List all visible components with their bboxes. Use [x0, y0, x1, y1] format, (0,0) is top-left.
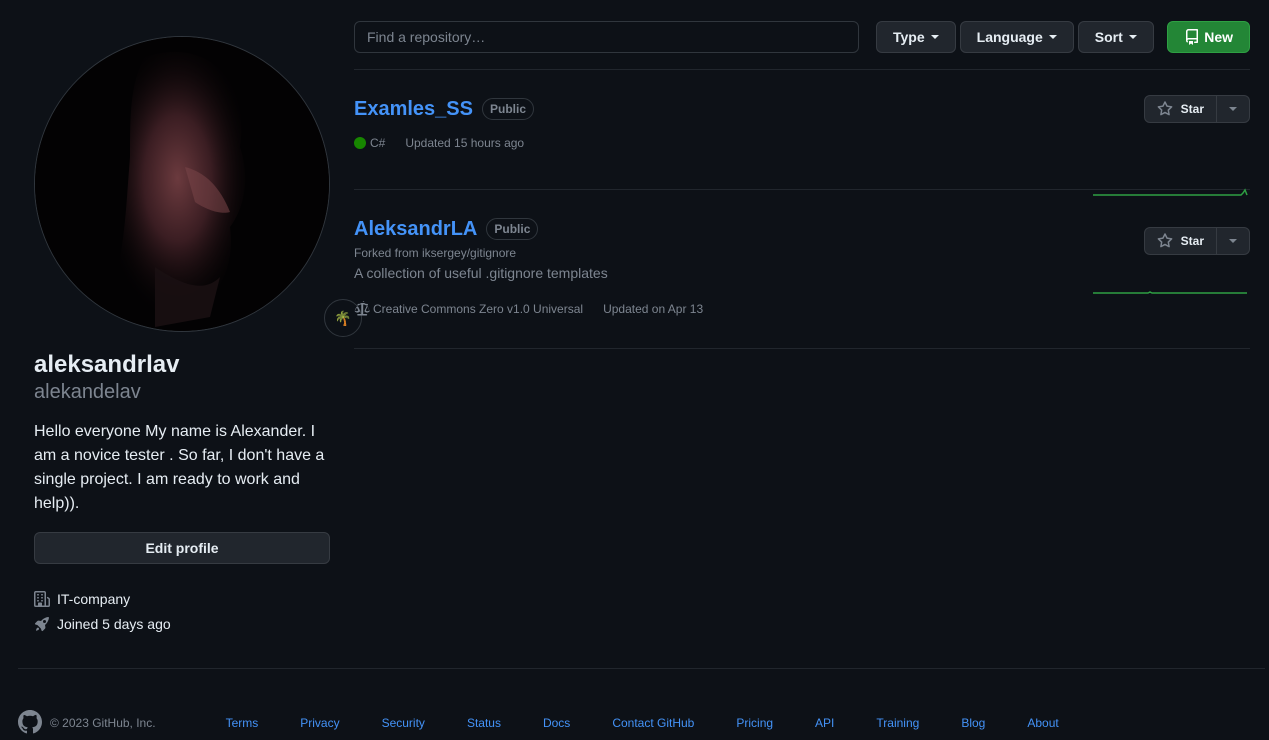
footer-link-blog[interactable]: Blog — [961, 716, 985, 730]
profile-details: IT-company Joined 5 days ago — [34, 586, 330, 636]
star-button-group: Star — [1143, 227, 1250, 255]
language-filter-label: Language — [976, 29, 1043, 45]
caret-down-icon — [1229, 239, 1237, 243]
profile-sidebar: 🌴 aleksandrlav alekandelav Hello everyon… — [34, 36, 362, 636]
repo-title-row: AleksandrLA Public — [354, 214, 1250, 244]
type-filter-label: Type — [893, 29, 925, 45]
visibility-label: Public — [486, 218, 539, 240]
repo-language: C# — [354, 136, 385, 150]
new-repository-button[interactable]: New — [1167, 21, 1250, 53]
footer-link-api[interactable]: API — [815, 716, 834, 730]
profile-display-name: aleksandrlav — [34, 351, 180, 378]
repo-list: Examles_SS Public C# Updated 15 hours ag… — [354, 69, 1250, 349]
footer-link-contact[interactable]: Contact GitHub — [612, 716, 694, 730]
language-color-dot — [354, 137, 366, 149]
footer-divider — [18, 668, 1265, 669]
footer-link-security[interactable]: Security — [382, 716, 425, 730]
repo-item: Examles_SS Public C# Updated 15 hours ag… — [354, 70, 1250, 196]
star-list-dropdown[interactable] — [1217, 95, 1250, 123]
license-name: Creative Commons Zero v1.0 Universal — [373, 302, 584, 316]
github-logo-link[interactable] — [17, 709, 42, 737]
repo-icon — [1186, 29, 1199, 45]
caret-down-icon — [1048, 35, 1057, 39]
star-icon — [1157, 233, 1173, 248]
type-filter-button[interactable]: Type — [876, 21, 956, 53]
star-label: Star — [1180, 102, 1204, 116]
find-repository-input[interactable] — [354, 21, 859, 53]
language-filter-button[interactable]: Language — [959, 21, 1074, 53]
avatar[interactable] — [34, 36, 330, 332]
joined-item: Joined 5 days ago — [34, 611, 330, 636]
star-button[interactable]: Star — [1143, 95, 1217, 123]
footer-link-privacy[interactable]: Privacy — [300, 716, 339, 730]
star-button-group: Star — [1143, 95, 1250, 123]
repo-name-link[interactable]: AleksandrLA — [354, 214, 477, 244]
forked-from-text: Forked from iksergey/gitignore — [354, 246, 517, 260]
footer-link-status[interactable]: Status — [467, 716, 501, 730]
sort-label: Sort — [1094, 29, 1123, 45]
footer-link-docs[interactable]: Docs — [543, 716, 570, 730]
star-button[interactable]: Star — [1143, 227, 1217, 255]
footer-link-training[interactable]: Training — [876, 716, 919, 730]
caret-down-icon — [1128, 35, 1137, 39]
caret-down-icon — [1229, 107, 1237, 111]
activity-sparkline — [1093, 291, 1247, 294]
new-button-label: New — [1204, 29, 1233, 45]
law-icon — [354, 301, 370, 316]
caret-down-icon — [930, 35, 939, 39]
edit-profile-button[interactable]: Edit profile — [34, 532, 330, 564]
company-text: IT-company — [57, 590, 131, 607]
footer-copyright: © 2023 GitHub, Inc. — [50, 716, 156, 730]
visibility-label: Public — [481, 98, 534, 120]
joined-text: Joined 5 days ago — [57, 615, 171, 632]
palm-tree-icon: 🌴 — [334, 309, 352, 326]
repositories-panel: Type Language Sort New Examles_SS Public — [354, 21, 1250, 349]
repo-meta: C# Updated 15 hours ago — [354, 136, 1250, 150]
repo-filter-bar: Type Language Sort New — [354, 21, 1250, 53]
organization-icon — [34, 590, 50, 607]
language-name: C# — [370, 136, 386, 150]
sort-button[interactable]: Sort — [1077, 21, 1154, 53]
repo-license: Creative Commons Zero v1.0 Universal — [354, 301, 583, 317]
footer-link-pricing[interactable]: Pricing — [736, 716, 773, 730]
rocket-icon — [34, 616, 49, 631]
repo-updated: Updated on Apr 13 — [603, 302, 704, 316]
star-list-dropdown[interactable] — [1217, 227, 1250, 255]
repo-item: AleksandrLA Public Forked from iksergey/… — [354, 190, 1250, 349]
star-label: Star — [1180, 234, 1204, 248]
avatar-image — [35, 37, 329, 331]
star-icon — [1157, 101, 1173, 116]
footer-link-terms[interactable]: Terms — [226, 716, 259, 730]
footer-link-about[interactable]: About — [1027, 716, 1058, 730]
profile-bio: Hello everyone My name is Alexander. I a… — [34, 423, 325, 512]
repo-title-row: Examles_SS Public — [354, 94, 1250, 124]
github-mark-icon — [17, 709, 42, 733]
footer: © 2023 GitHub, Inc. Terms Privacy Securi… — [17, 709, 1258, 737]
company-item: IT-company — [34, 586, 330, 611]
footer-links: Terms Privacy Security Status Docs Conta… — [226, 716, 1101, 730]
repo-name-link[interactable]: Examles_SS — [354, 94, 473, 124]
profile-username: alekandelav — [34, 381, 141, 403]
repo-updated: Updated 15 hours ago — [405, 136, 525, 150]
